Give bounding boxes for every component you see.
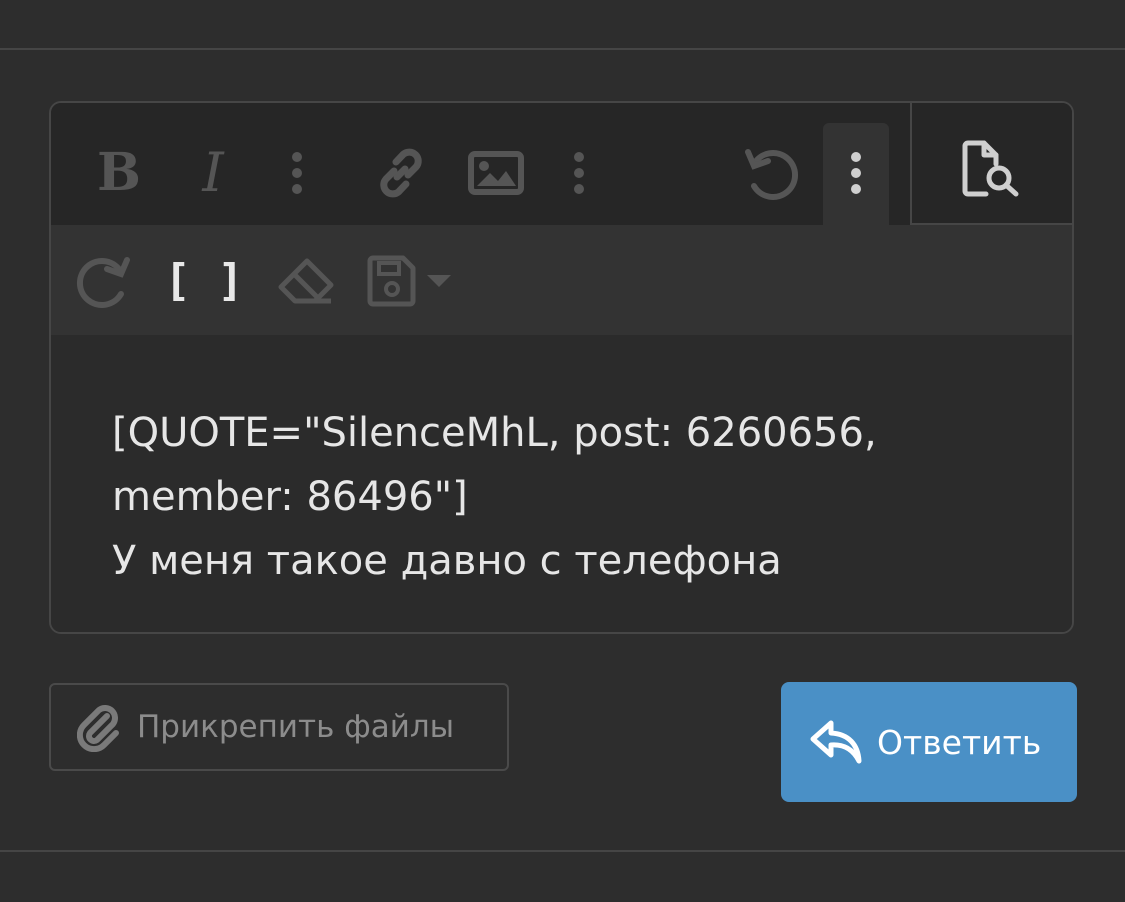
reply-icon [809,719,863,765]
preview-toggle-pane [910,103,1072,225]
attach-files-label: Прикрепить файлы [137,709,455,745]
bold-button[interactable]: B [89,141,149,205]
save-icon [367,255,451,307]
bottom-divider [0,850,1125,852]
vertical-ellipsis-icon [851,152,861,194]
insert-link-button[interactable] [369,143,433,203]
editor-content-area[interactable]: [QUOTE="SilenceMhL, post: 6260656, membe… [51,335,1072,632]
bold-icon: B [97,142,141,203]
italic-button[interactable]: I [183,141,243,205]
reply-label: Ответить [877,722,1042,762]
editor-toolbar-main: B I [51,103,1072,225]
reply-form-page: B I [] [QUOTE="SilenceMhL, post: 626065… [0,0,1125,902]
italic-icon: I [202,141,224,204]
content-line: У меня такое давно с телефона [112,538,782,584]
editor-content[interactable]: [QUOTE="SilenceMhL, post: 6260656, membe… [112,401,1012,593]
redo-button[interactable] [73,249,135,313]
redo-icon [76,257,130,308]
vertical-ellipsis-icon [292,152,302,194]
link-icon [380,148,422,198]
image-icon [468,151,524,195]
paperclip-icon [77,702,121,752]
top-divider [0,48,1125,50]
brackets-icon: [ ] [164,255,244,306]
more-options-button[interactable] [835,143,877,203]
editor-toolbar-secondary: [ ] [51,225,1072,335]
content-line: [QUOTE="SilenceMhL, post: 6260656, [112,410,877,456]
insert-image-button[interactable] [465,143,527,203]
undo-button[interactable] [739,141,803,205]
content-line: member: 86496"] [112,474,468,520]
eraser-icon [278,258,334,304]
attach-files-button[interactable]: Прикрепить файлы [49,683,509,771]
vertical-ellipsis-icon [574,152,584,194]
more-insert-options-button[interactable] [559,143,599,203]
reply-button[interactable]: Ответить [781,682,1077,802]
preview-button[interactable] [956,137,1028,201]
more-text-options-button[interactable] [277,143,317,203]
toggle-bbcode-button[interactable]: [ ] [164,249,243,313]
remove-formatting-button[interactable] [275,251,337,311]
file-search-icon [962,140,1019,197]
undo-icon [745,149,799,200]
rich-text-editor: B I [] [QUOTE="SilenceMhL, post: 626065… [49,101,1074,634]
drafts-button[interactable] [365,251,457,311]
